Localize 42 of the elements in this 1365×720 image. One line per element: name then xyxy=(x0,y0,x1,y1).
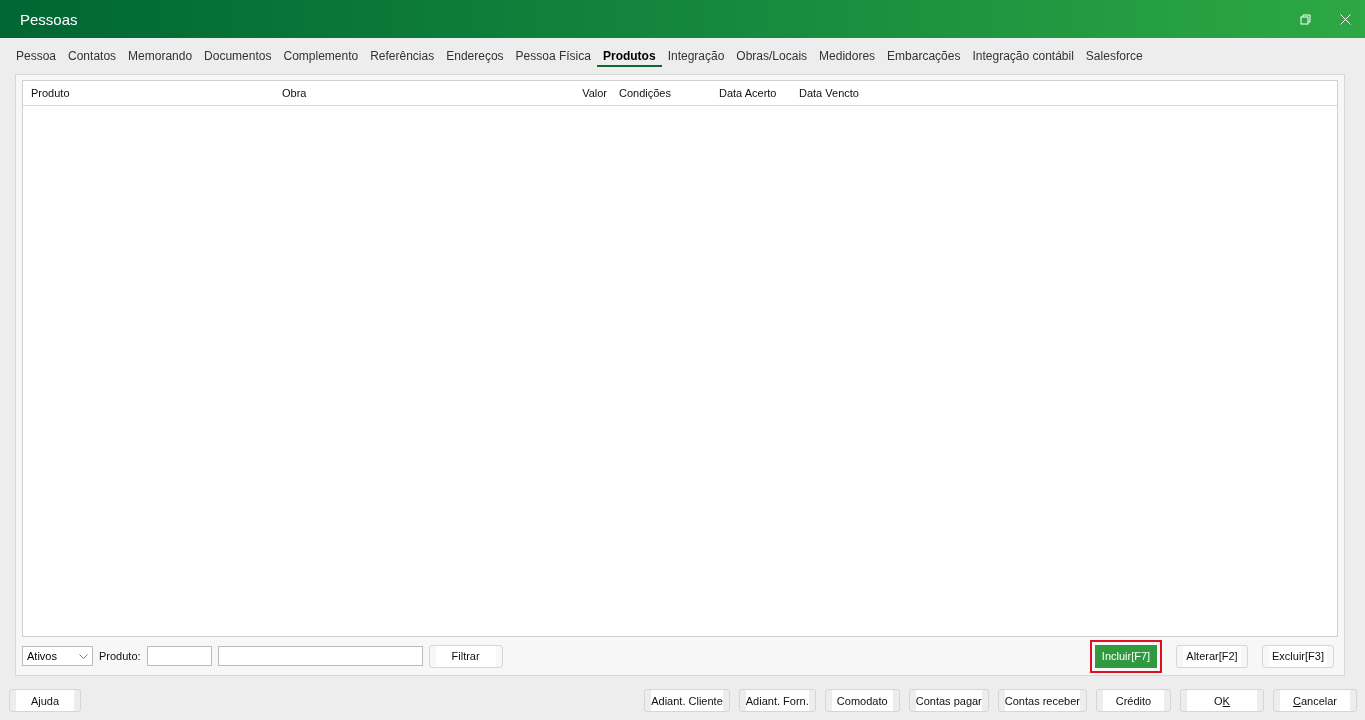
tab[interactable]: Obras/Locais xyxy=(730,48,814,67)
column-header: Obra xyxy=(282,87,308,99)
footer-button[interactable]: Contas receber xyxy=(997,689,1087,712)
chevron-icon xyxy=(79,653,88,659)
footer-button[interactable]: Cancelar xyxy=(1273,689,1357,712)
footer-button[interactable]: Adiant. Forn. xyxy=(738,689,816,712)
tab[interactable]: Integração xyxy=(661,48,731,67)
tab[interactable]: Pessoa Física xyxy=(509,48,597,67)
tab[interactable]: Referências xyxy=(364,48,441,67)
tab[interactable]: Integração contábil xyxy=(966,48,1080,67)
footer-button[interactable]: OK xyxy=(1180,689,1264,712)
product-label: Produto: xyxy=(99,650,141,662)
footer-button[interactable]: Crédito xyxy=(1096,689,1171,712)
filter-button[interactable]: Filtrar xyxy=(428,644,503,668)
column-header: Produto xyxy=(31,87,71,99)
tab[interactable]: Endereços xyxy=(440,48,510,67)
footer-button[interactable]: Comodato xyxy=(824,689,900,712)
tab[interactable]: Documentos xyxy=(198,48,278,67)
action-button[interactable]: Incluir[F7] xyxy=(1090,639,1162,673)
tab[interactable]: Produtos xyxy=(596,48,662,67)
tab[interactable]: Embarcações xyxy=(881,48,967,67)
footer-button[interactable]: Adiant. Cliente xyxy=(644,689,730,712)
tab[interactable]: Memorando xyxy=(122,48,199,67)
tab[interactable]: Salesforce xyxy=(1079,48,1149,67)
window-title: Pessoas xyxy=(20,10,79,28)
product-name-field[interactable] xyxy=(217,646,423,666)
action-button[interactable]: Alterar[F2] xyxy=(1176,644,1248,668)
column-header: Data Vencto xyxy=(799,87,860,99)
tab[interactable]: Pessoa xyxy=(10,48,63,67)
tab[interactable]: Complemento xyxy=(277,48,365,67)
help-button[interactable]: Ajuda xyxy=(9,689,81,712)
status-dropdown[interactable]: Ativos xyxy=(22,646,93,666)
action-button[interactable]: Excluir[F3] xyxy=(1262,644,1334,668)
column-header: Condições xyxy=(619,87,672,99)
close-icon xyxy=(1339,13,1351,25)
product-code-field[interactable] xyxy=(146,646,212,666)
tab[interactable]: Contatos xyxy=(62,48,123,67)
tab[interactable]: Medidores xyxy=(813,48,882,67)
column-header: Valor xyxy=(581,87,608,99)
restore-icon xyxy=(1299,13,1311,25)
footer-button[interactable]: Contas pagar xyxy=(908,689,989,712)
column-header: Data Acerto xyxy=(719,87,778,99)
